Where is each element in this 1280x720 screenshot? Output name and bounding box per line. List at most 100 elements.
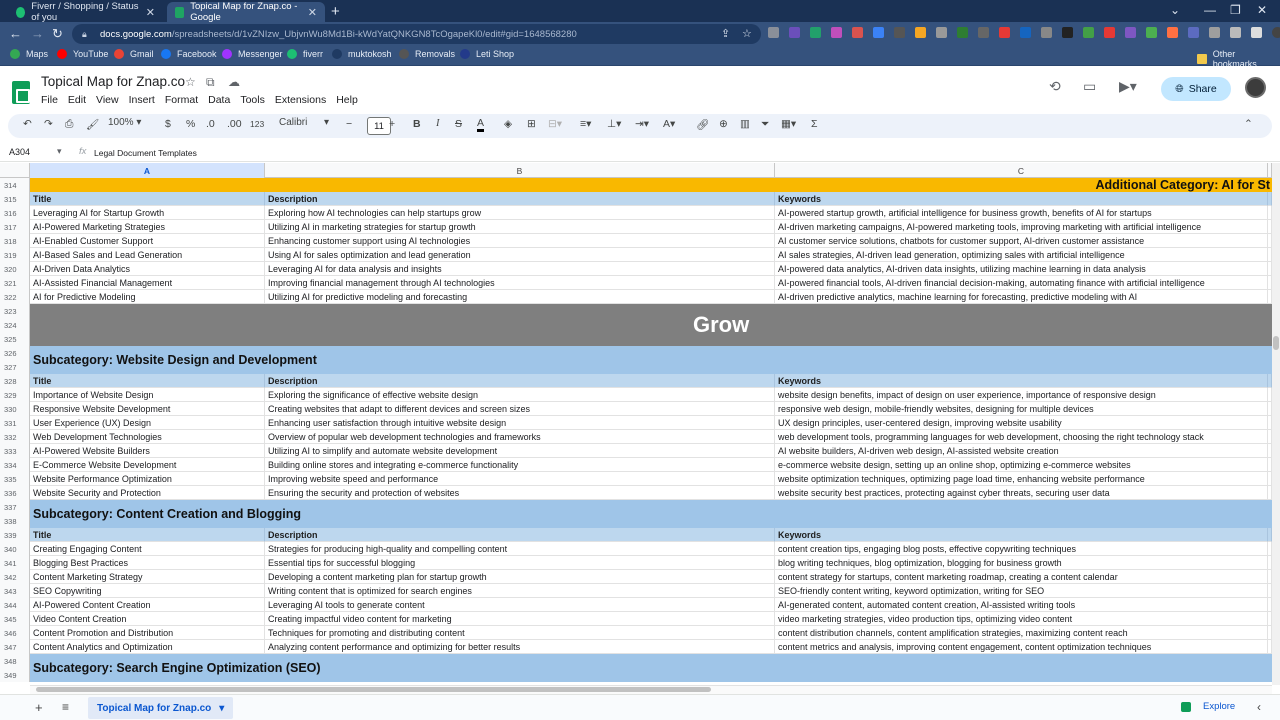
cell-keywords[interactable]: content strategy for startups, content m… xyxy=(775,570,1268,584)
extension-flame-icon[interactable] xyxy=(915,27,926,38)
cell-description[interactable]: Overview of popular web development tech… xyxy=(265,430,775,444)
close-tab-icon[interactable]: ✕ xyxy=(308,6,317,19)
cell-description[interactable]: Utilizing AI for predictive modeling and… xyxy=(265,290,775,304)
sheet-tab-dropdown-icon[interactable]: ▾ xyxy=(219,703,224,714)
cell-keywords[interactable]: AI website builders, AI-driven web desig… xyxy=(775,444,1268,458)
undo-icon[interactable]: ↶ xyxy=(23,118,32,130)
cell-description[interactable]: Creating impactful video content for mar… xyxy=(265,612,775,626)
row-number[interactable]: 344 xyxy=(0,598,30,612)
menu-help[interactable]: Help xyxy=(336,94,358,106)
row-number[interactable]: 317 xyxy=(0,220,30,234)
menu-insert[interactable]: Insert xyxy=(129,94,155,106)
bookmark-leti-shop[interactable]: Leti Shop xyxy=(460,49,514,59)
close-tab-icon[interactable]: ✕ xyxy=(146,6,155,19)
bookmark-gmail[interactable]: Gmail xyxy=(114,49,154,59)
cell-description[interactable]: Utilizing AI to simplify and automate we… xyxy=(265,444,775,458)
extension-triangle-icon[interactable] xyxy=(1041,27,1052,38)
row-number[interactable]: 325 xyxy=(0,332,30,346)
text-rotation-icon[interactable]: A▾ xyxy=(663,118,675,130)
cell-description[interactable]: Improving financial management through A… xyxy=(265,276,775,290)
paint-format-icon[interactable]: 🖌︎ xyxy=(86,118,99,131)
increase-decimal-button[interactable]: .00 xyxy=(227,118,242,130)
extension-gear-icon[interactable] xyxy=(1188,27,1199,38)
grow-section-band[interactable]: Grow xyxy=(30,312,1272,337)
text-color-icon[interactable]: A xyxy=(477,118,485,132)
row-number[interactable]: 349 xyxy=(0,668,30,682)
bookmark-facebook[interactable]: Facebook xyxy=(161,49,217,59)
menu-extensions[interactable]: Extensions xyxy=(275,94,326,106)
number-format-select[interactable]: 123 xyxy=(250,119,264,129)
bookmark-fiverr[interactable]: fiverr xyxy=(287,49,323,59)
new-tab-plus-icon[interactable]: + xyxy=(331,3,340,20)
cell-keywords[interactable]: UX design principles, user-centered desi… xyxy=(775,416,1268,430)
extension-leaf-icon[interactable] xyxy=(957,27,968,38)
select-all-corner[interactable] xyxy=(0,163,30,178)
extension-pen-icon[interactable] xyxy=(936,27,947,38)
cell-description[interactable]: Improving website speed and performance xyxy=(265,472,775,486)
extension-cloud-icon[interactable] xyxy=(1209,27,1220,38)
cell-title[interactable]: Importance of Website Design xyxy=(30,388,265,402)
vertical-scrollbar[interactable] xyxy=(1272,163,1280,685)
cell-title[interactable]: User Experience (UX) Design xyxy=(30,416,265,430)
zoom-select[interactable]: 100% ▾ xyxy=(108,117,141,128)
column-header-a[interactable]: A xyxy=(30,163,265,178)
row-number[interactable]: 322 xyxy=(0,290,30,304)
filter-views-icon[interactable]: ▦▾ xyxy=(781,118,796,130)
extension-circle-icon[interactable] xyxy=(978,27,989,38)
currency-format-button[interactable]: $ xyxy=(165,118,171,130)
row-number[interactable]: 337 xyxy=(0,500,30,514)
bookmark-star-icon[interactable]: ☆ xyxy=(742,27,752,40)
row-number[interactable]: 332 xyxy=(0,430,30,444)
vertical-align-icon[interactable]: ⊥▾ xyxy=(607,118,621,130)
cell-title[interactable]: Creating Engaging Content xyxy=(30,542,265,556)
share-button[interactable]: 🌐︎ Share xyxy=(1161,77,1231,101)
row-number[interactable]: 333 xyxy=(0,444,30,458)
row-number[interactable]: 320 xyxy=(0,262,30,276)
fill-color-icon[interactable]: ◈ xyxy=(504,118,512,130)
cell-description[interactable]: Exploring how AI technologies can help s… xyxy=(265,206,775,220)
browser-tab-fiverr[interactable]: Fiverr / Shopping / Status of you ✕ xyxy=(8,1,163,23)
cell-keywords[interactable]: website design benefits, impact of desig… xyxy=(775,388,1268,402)
cell-description[interactable]: Leveraging AI for data analysis and insi… xyxy=(265,262,775,276)
extension-red-icon[interactable] xyxy=(1104,27,1115,38)
cell-title[interactable]: Content Marketing Strategy xyxy=(30,570,265,584)
percent-format-button[interactable]: % xyxy=(186,118,195,130)
row-number[interactable]: 335 xyxy=(0,472,30,486)
side-panel-collapse-icon[interactable]: ‹ xyxy=(1257,700,1261,714)
cell-title[interactable]: AI-Based Sales and Lead Generation xyxy=(30,248,265,262)
row-number[interactable]: 339 xyxy=(0,528,30,542)
row-number[interactable]: 319 xyxy=(0,248,30,262)
redo-icon[interactable]: ↷ xyxy=(44,118,53,130)
row-number[interactable]: 329 xyxy=(0,388,30,402)
extension-a-icon[interactable] xyxy=(999,27,1010,38)
row-number[interactable]: 346 xyxy=(0,626,30,640)
profile-avatar-icon[interactable] xyxy=(1272,27,1280,38)
cell-title[interactable]: AI-Driven Data Analytics xyxy=(30,262,265,276)
side-panel-icon[interactable] xyxy=(1251,27,1262,38)
cell-description[interactable]: Developing a content marketing plan for … xyxy=(265,570,775,584)
header-description[interactable]: Description xyxy=(265,374,775,388)
cell-title[interactable]: Video Content Creation xyxy=(30,612,265,626)
row-number[interactable]: 318 xyxy=(0,234,30,248)
row-number[interactable]: 316 xyxy=(0,206,30,220)
grow-section-band[interactable] xyxy=(30,332,1272,346)
menu-format[interactable]: Format xyxy=(165,94,198,106)
cell-description[interactable]: Techniques for promoting and distributin… xyxy=(265,626,775,640)
formula-input[interactable]: Legal Document Templates xyxy=(94,148,197,158)
row-number[interactable]: 343 xyxy=(0,584,30,598)
explore-button[interactable]: Explore xyxy=(1181,701,1235,712)
cell-keywords[interactable]: content creation tips, engaging blog pos… xyxy=(775,542,1268,556)
cell-title[interactable]: E-Commerce Website Development xyxy=(30,458,265,472)
cell-title[interactable]: SEO Copywriting xyxy=(30,584,265,598)
font-select[interactable]: Calibri ▾ xyxy=(279,117,329,128)
cell-keywords[interactable]: AI-powered financial tools, AI-driven fi… xyxy=(775,276,1268,290)
functions-button[interactable]: Σ xyxy=(811,118,818,130)
cell-title[interactable]: AI-Powered Website Builders xyxy=(30,444,265,458)
extension-translate-icon[interactable] xyxy=(873,27,884,38)
cell-keywords[interactable]: website security best practices, protect… xyxy=(775,486,1268,500)
close-window-icon[interactable]: ✕ xyxy=(1257,3,1267,17)
back-arrow-icon[interactable]: ← xyxy=(9,26,22,41)
strikethrough-icon[interactable]: S xyxy=(455,118,462,130)
row-number[interactable]: 315 xyxy=(0,192,30,206)
menu-view[interactable]: View xyxy=(96,94,119,106)
